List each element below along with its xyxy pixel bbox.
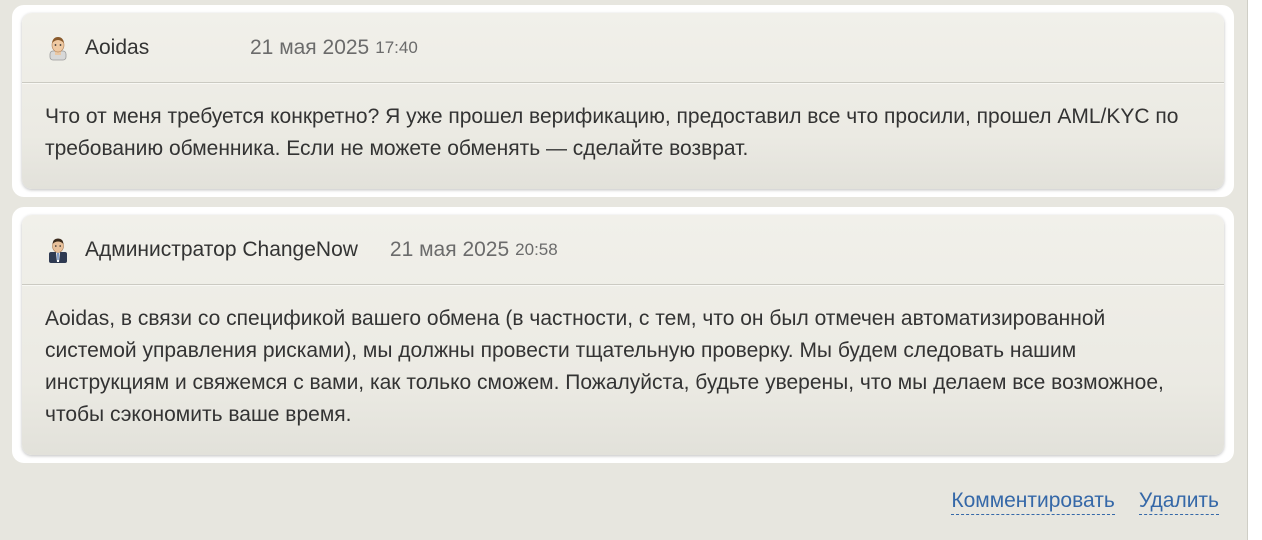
comment-author: Aoidas [85,35,150,59]
comment: Администратор ChangeNow 21 мая 2025 20:5… [12,207,1234,463]
comment-author: Администратор ChangeNow [85,237,358,261]
comment-date: 21 мая 2025 [250,35,370,59]
comments-panel: Aoidas 21 мая 2025 17:40 Что от меня тре… [0,0,1248,540]
comment-date: 21 мая 2025 [389,237,510,261]
comment-time: 20:58 [515,239,558,259]
comment-time: 17:40 [375,37,418,57]
comment-text: Aoidas, в связи со спецификой вашего обм… [45,307,1164,426]
user-avatar-icon [45,35,71,61]
delete-link[interactable]: Удалить [1138,488,1219,515]
comment-header: Администратор ChangeNow 21 мая 2025 20:5… [22,215,1224,285]
comment-text: Что от меня требуется конкретно? Я уже п… [45,105,1179,160]
comment-link[interactable]: Комментировать [951,488,1115,515]
comment-header: Aoidas 21 мая 2025 17:40 [22,13,1224,83]
comment-card: Aoidas 21 мая 2025 17:40 Что от меня тре… [22,13,1224,189]
comment-card: Администратор ChangeNow 21 мая 2025 20:5… [22,215,1224,455]
admin-avatar-icon [45,237,71,263]
comment-actions: Комментировать Удалить [951,488,1219,515]
comment: Aoidas 21 мая 2025 17:40 Что от меня тре… [12,5,1234,197]
